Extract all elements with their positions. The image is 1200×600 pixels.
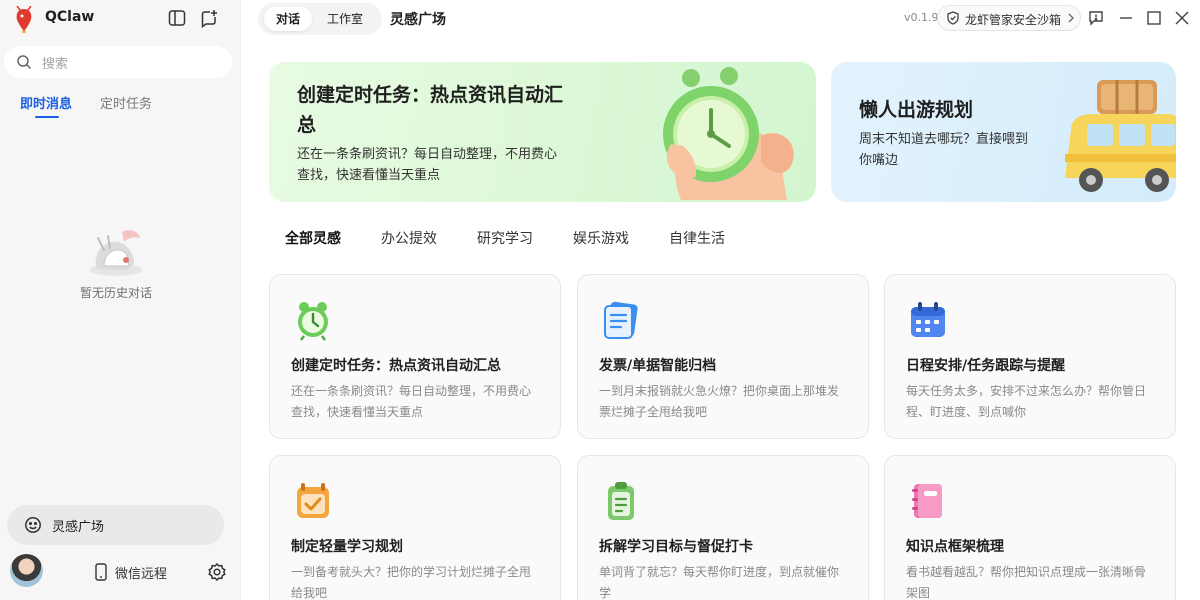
chevron-right-icon: [1068, 13, 1074, 23]
minimize-icon[interactable]: [1117, 9, 1135, 27]
phone-icon: [95, 563, 107, 581]
new-chat-icon[interactable]: [199, 8, 219, 28]
security-sandbox-label: 龙虾管家安全沙箱: [965, 13, 1062, 27]
hand-alarm-clock-illustration: [663, 67, 794, 200]
sidebar: QClaw 搜索 即时消息 定时任务 暂无历史对话 灵感广场 微信远程: [0, 0, 241, 600]
inspiration-card[interactable]: 知识点框架梳理 看书越看越乱？帮你把知识点理成一张清晰骨架图: [884, 455, 1176, 600]
category-tab-entertainment[interactable]: 娱乐游戏: [573, 228, 629, 248]
card-title: 拆解学习目标与督促打卡: [599, 539, 753, 555]
version-label: v0.1.9: [904, 11, 939, 24]
card-title: 创建定时任务：热点资讯自动汇总: [291, 358, 501, 374]
card-title: 发票/单据智能归档: [599, 358, 717, 374]
qclaw-logo-icon: [16, 6, 32, 33]
inspiration-card[interactable]: 发票/单据智能归档 一到月末报销就火急火燎？把你桌面上那堆发票烂摊子全甩给我吧: [577, 274, 869, 439]
shield-icon: [947, 11, 959, 25]
settings-gear-icon[interactable]: [207, 562, 227, 582]
card-description: 一到备考就头大？把你的学习计划烂摊子全甩给我吧: [291, 565, 532, 600]
empty-history-text: 暂无历史对话: [79, 286, 152, 300]
banner-title: 创建定时任务：热点资讯自动汇总: [297, 84, 564, 136]
card-description: 看书越看越乱？帮你把知识点理成一张清晰骨架图: [906, 565, 1147, 600]
inspiration-card[interactable]: 拆解学习目标与督促打卡 单词背了就忘？每天帮你盯进度，到点就催你学: [577, 455, 869, 600]
inspiration-card[interactable]: 日程安排/任务跟踪与提醒 每天任务太多，安排不过来怎么办？帮你管日程、盯进度、到…: [884, 274, 1176, 439]
tab-scheduled-tasks[interactable]: 定时任务: [100, 93, 152, 112]
search-placeholder: 搜索: [42, 57, 69, 72]
category-tab-self-discipline[interactable]: 自律生活: [669, 228, 725, 248]
sidebar-toggle-icon[interactable]: [167, 8, 187, 28]
empty-history-illustration: [90, 230, 142, 276]
active-tab-indicator: [35, 116, 59, 118]
calendar-icon: [911, 302, 945, 337]
card-title: 知识点框架梳理: [906, 539, 1004, 555]
close-icon[interactable]: [1173, 9, 1191, 27]
search-icon: [17, 55, 32, 70]
category-tab-office[interactable]: 办公提效: [381, 228, 437, 248]
inspiration-card[interactable]: 创建定时任务：热点资讯自动汇总 还在一条条刷资讯？每日自动整理，不用费心查找，快…: [269, 274, 561, 439]
category-tab-study[interactable]: 研究学习: [477, 228, 533, 248]
card-description: 还在一条条刷资讯？每日自动整理，不用费心查找，快速看懂当天重点: [291, 384, 532, 419]
card-description: 单词背了就忘？每天帮你盯进度，到点就催你学: [599, 565, 840, 600]
banner-title: 懒人出游规划: [859, 99, 974, 121]
tab-instant-messages[interactable]: 即时消息: [20, 93, 72, 112]
user-avatar[interactable]: [10, 554, 43, 587]
maximize-icon[interactable]: [1145, 9, 1163, 27]
study-plan-icon: [297, 483, 329, 518]
app-name: QClaw: [45, 9, 95, 25]
security-sandbox-button[interactable]: 龙虾管家安全沙箱: [937, 5, 1081, 31]
search-input[interactable]: 搜索: [4, 46, 232, 78]
wechat-remote-label: 微信远程: [115, 567, 168, 582]
tab-dialog[interactable]: 对话: [264, 7, 312, 31]
page-title: 灵感广场: [390, 12, 446, 28]
card-description: 每天任务太多，安排不过来怎么办？帮你管日程、盯进度、到点喊你: [906, 384, 1147, 419]
inspiration-square-button[interactable]: 灵感广场: [7, 505, 224, 545]
invoice-icon: [604, 301, 638, 339]
inspiration-square-label: 灵感广场: [52, 520, 105, 535]
notebook-icon: [912, 484, 942, 518]
checkin-icon: [608, 482, 634, 520]
smile-icon: [25, 517, 41, 533]
category-tab-all[interactable]: 全部灵感: [285, 228, 341, 248]
card-title: 日程安排/任务跟踪与提醒: [906, 358, 1066, 374]
tab-studio[interactable]: 工作室: [327, 7, 363, 31]
banner-travel-plan[interactable]: 懒人出游规划 周末不知道去哪玩？直接喂到你嘴边: [831, 62, 1176, 202]
camper-van-illustration: [1065, 80, 1176, 192]
banner-description: 周末不知道去哪玩？直接喂到你嘴边: [859, 132, 1029, 168]
inspiration-card[interactable]: 制定轻量学习规划 一到备考就头大？把你的学习计划烂摊子全甩给我吧: [269, 455, 561, 600]
card-description: 一到月末报销就火急火燎？把你桌面上那堆发票烂摊子全甩给我吧: [599, 384, 840, 419]
banner-scheduled-news[interactable]: 创建定时任务：热点资讯自动汇总 还在一条条刷资讯？每日自动整理，不用费心查找，快…: [269, 62, 816, 202]
card-title: 制定轻量学习规划: [291, 539, 403, 555]
alarm-clock-icon: [298, 302, 328, 341]
feedback-icon[interactable]: [1087, 9, 1105, 27]
banner-description: 还在一条条刷资讯？每日自动整理，不用费心查找，快速看懂当天重点: [297, 147, 558, 183]
